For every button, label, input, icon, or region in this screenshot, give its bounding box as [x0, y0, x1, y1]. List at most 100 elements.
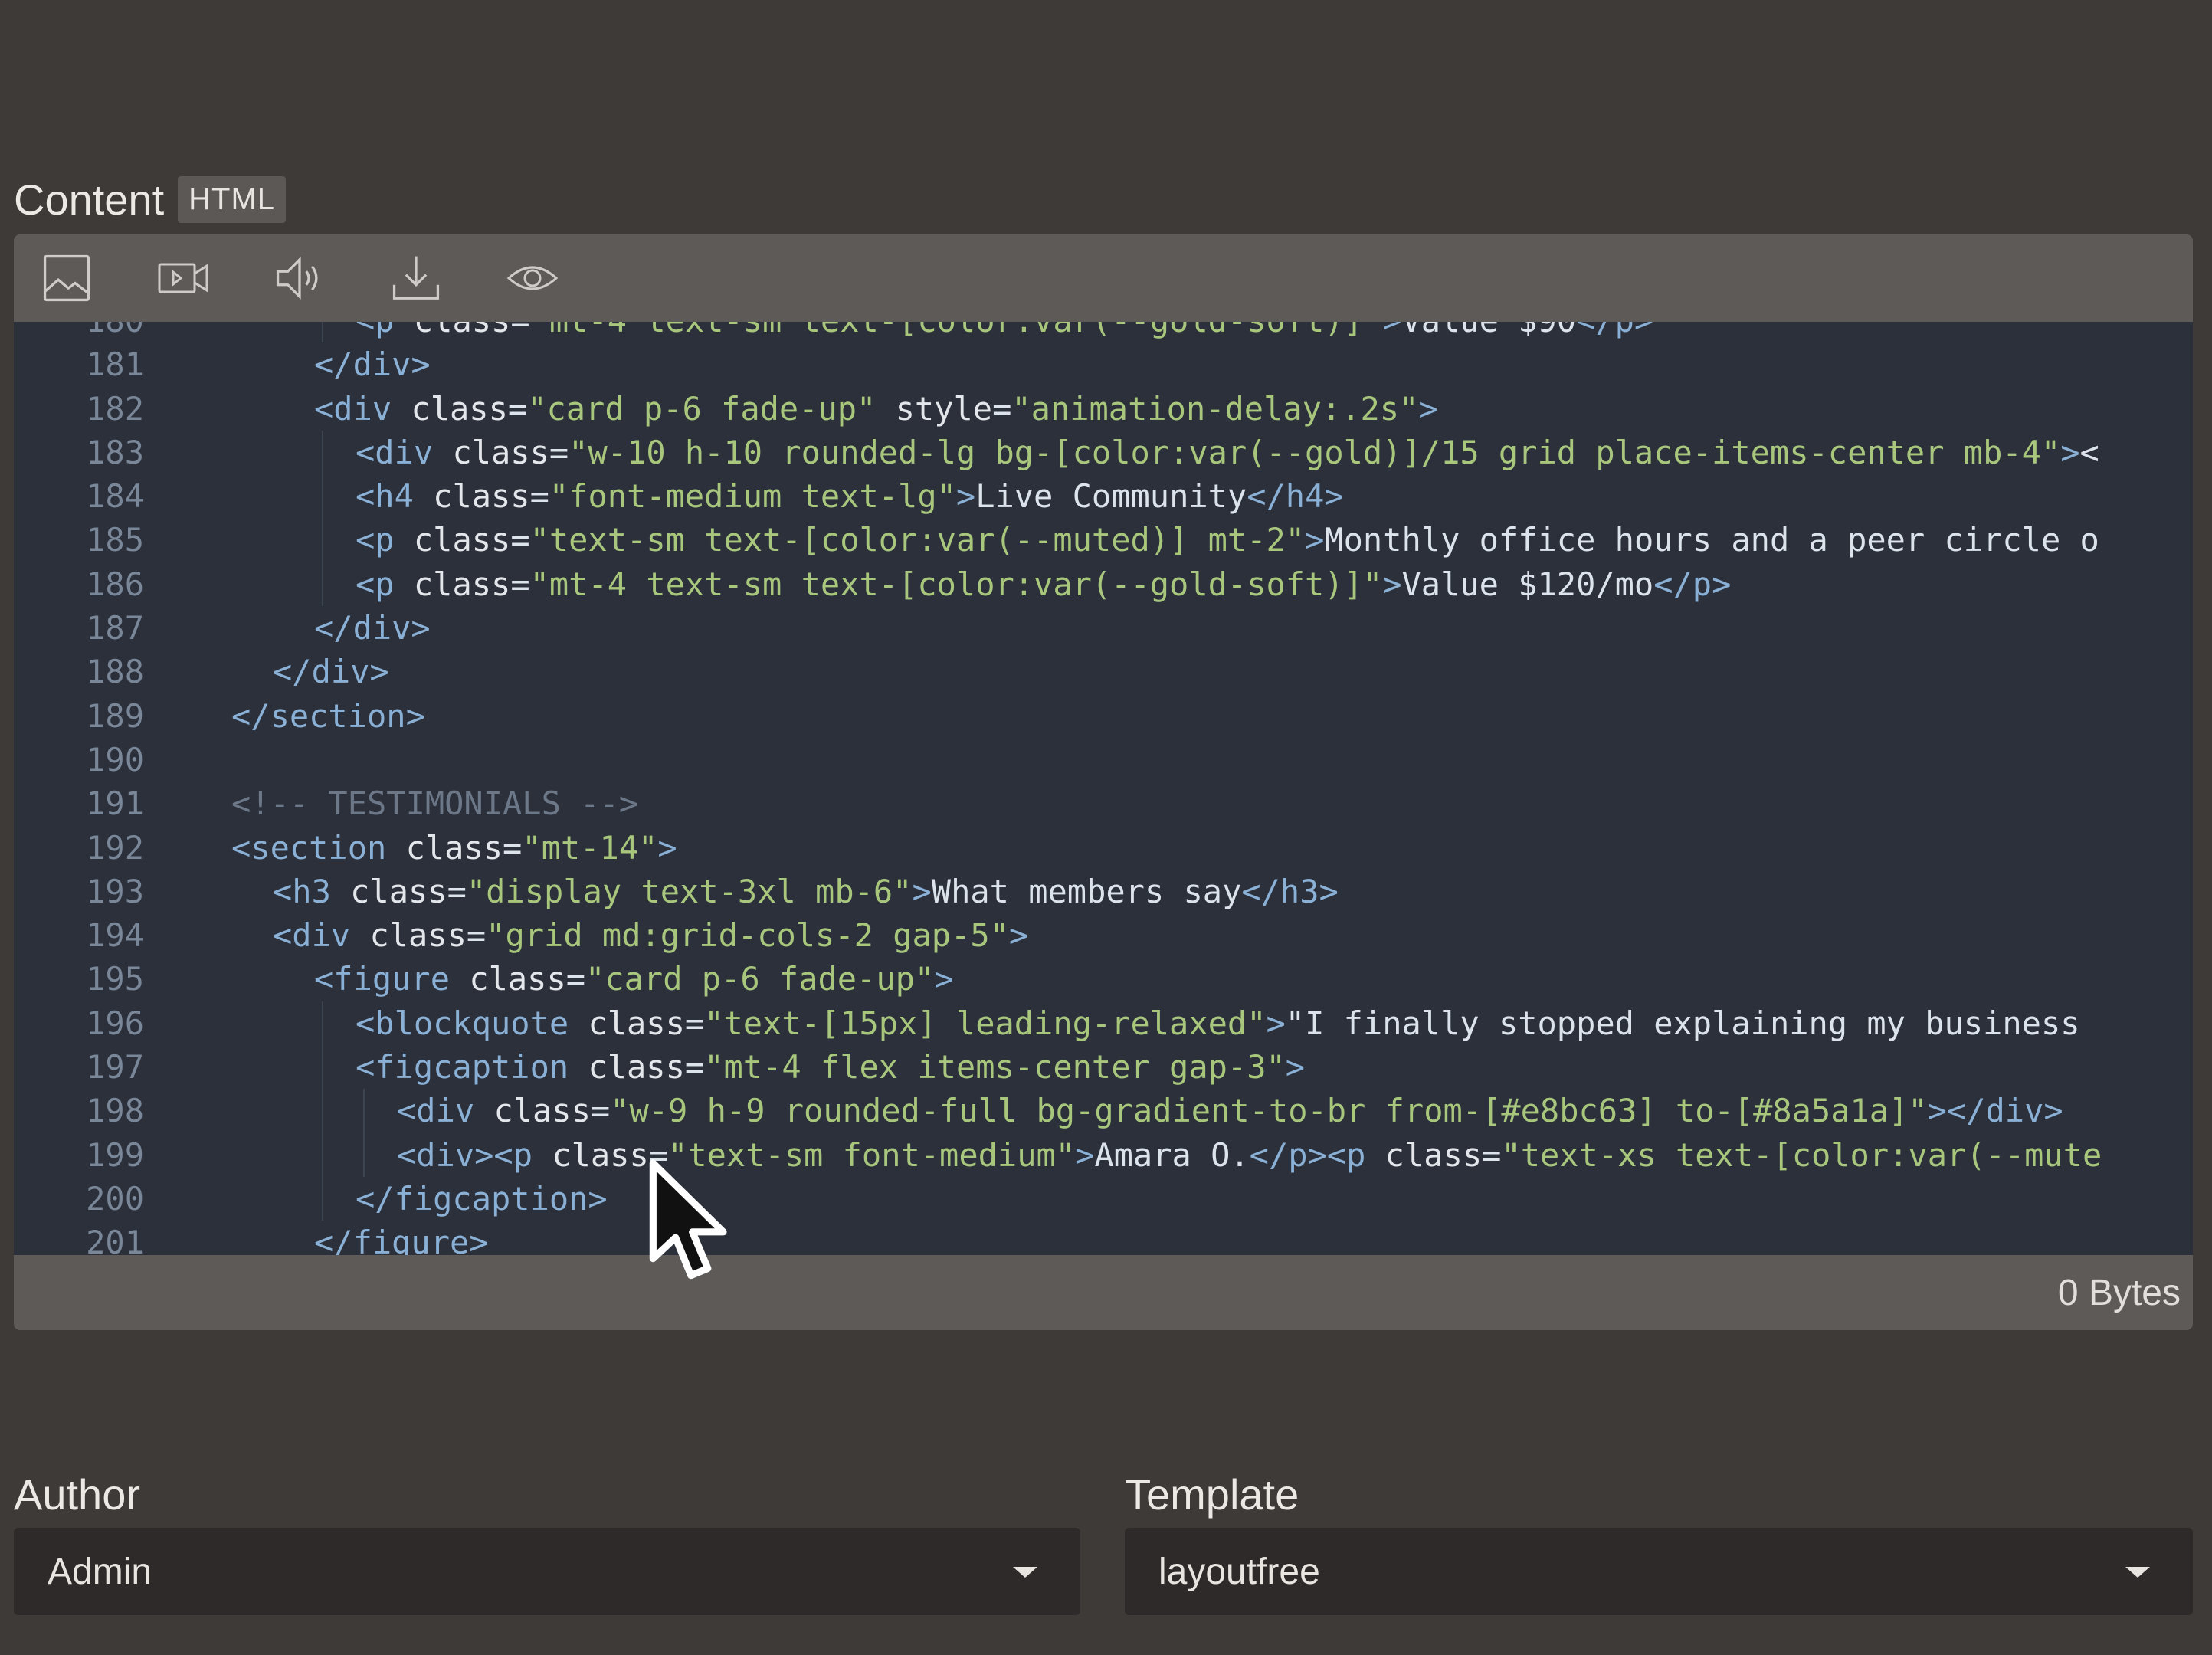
code-area[interactable]: 180<p class="mt-4 text-sm text-[color:va…: [14, 322, 2193, 1255]
indent-guide: [322, 1045, 323, 1090]
line-number: 180: [14, 322, 144, 342]
code-line: 190: [14, 738, 2193, 782]
code-line: 192 <section class="mt-14">: [14, 826, 2193, 870]
line-number: 193: [86, 872, 144, 910]
line-number: 201: [86, 1224, 144, 1255]
code-line: 181 </div>: [14, 342, 2193, 386]
preview-button[interactable]: [506, 234, 622, 322]
code-text: <div><p class="text-sm font-medium">Amar…: [144, 1132, 2102, 1177]
code-line: 182 <div class="card p-6 fade-up" style="…: [14, 387, 2193, 431]
line-number: 185: [86, 521, 144, 559]
code-line: 189 </section>: [14, 694, 2193, 738]
line-number: 188: [86, 653, 144, 691]
code-lines: 180<p class="mt-4 text-sm text-[color:va…: [14, 322, 2193, 1255]
code-line: 187 </div>: [14, 606, 2193, 650]
chevron-down-icon: [2125, 1567, 2150, 1578]
code-text: </figure>: [314, 1224, 489, 1255]
code-line: 180<p class="mt-4 text-sm text-[color:va…: [14, 322, 2193, 343]
line-number: 189: [86, 696, 144, 735]
line-number: 192: [86, 828, 144, 867]
line-number: 198: [86, 1092, 144, 1130]
code-line: 199 <div><p class="text-sm font-medium">A…: [14, 1132, 2193, 1177]
line-number: 195: [86, 960, 144, 998]
content-field-label: Content HTML: [14, 175, 287, 224]
insert-image-button[interactable]: [40, 234, 156, 322]
code-line: 184 <h4 class="font-medium text-lg">Live …: [14, 474, 2193, 519]
code-text: </div>: [314, 346, 431, 384]
line-number: 194: [86, 916, 144, 955]
indent-guide: [322, 430, 323, 475]
audio-icon: [276, 256, 318, 300]
code-text: <div class="grid md:grid-cols-2 gap-5">: [273, 916, 1029, 955]
code-text: <section class="mt-14">: [231, 828, 677, 867]
author-label: Author: [14, 1470, 140, 1519]
code-line: 191 <!-- TESTIMONIALS -->: [14, 782, 2193, 825]
code-text: <figure class="card p-6 fade-up">: [314, 960, 954, 998]
code-line: 183 <div class="w-10 h-10 rounded-lg bg-[…: [14, 430, 2193, 475]
editor-statusbar: 0 Bytes: [14, 1255, 2193, 1330]
code-line: 198 <div class="w-9 h-9 rounded-full bg-g…: [14, 1089, 2193, 1133]
indent-guide: [363, 1132, 365, 1177]
template-select[interactable]: layoutfree: [1125, 1528, 2193, 1615]
content-size: 0 Bytes: [2057, 1272, 2181, 1313]
indent-guide: [322, 1089, 323, 1133]
code-line: 194 <div class="grid md:grid-cols-2 gap-5…: [14, 913, 2193, 957]
code-line: 196 <blockquote class="text-[15px] leadin…: [14, 1001, 2193, 1046]
indent-guide: [363, 1089, 365, 1133]
code-editor: 180<p class="mt-4 text-sm text-[color:va…: [14, 234, 2193, 1330]
code-text: </div>: [273, 653, 389, 691]
code-text: <p class="text-sm text-[color:var(--mute…: [144, 518, 2099, 562]
download-icon: [392, 256, 440, 300]
line-number: 190: [86, 740, 144, 778]
code-text: <div class="w-10 h-10 rounded-lg bg-[col…: [144, 430, 2099, 475]
chevron-down-icon: [1013, 1567, 1037, 1578]
code-text: <blockquote class="text-[15px] leading-r…: [144, 1001, 2080, 1046]
code-text: <div class="w-9 h-9 rounded-full bg-grad…: [144, 1089, 2063, 1133]
line-number: 199: [86, 1136, 144, 1174]
line-number: 200: [86, 1179, 144, 1217]
line-number: 181: [86, 346, 144, 384]
code-line: 186 <p class="mt-4 text-sm text-[color:va…: [14, 562, 2193, 607]
code-text: <figcaption class="mt-4 flex items-cente…: [144, 1045, 1305, 1090]
format-badge: HTML: [178, 176, 287, 223]
code-line: 185 <p class="text-sm text-[color:var(--m…: [14, 518, 2193, 562]
code-line: 188 </div>: [14, 650, 2193, 693]
code-text: <p class="mt-4 text-sm text-[color:var(-…: [144, 562, 1731, 607]
template-value: layoutfree: [1158, 1551, 1320, 1592]
line-number: 182: [86, 389, 144, 428]
indent-guide: [322, 1132, 323, 1177]
author-select[interactable]: Admin: [14, 1528, 1080, 1615]
code-text: <div class="card p-6 fade-up" style="ani…: [314, 389, 1438, 428]
video-icon: [158, 263, 208, 293]
indent-guide: [322, 322, 323, 343]
code-line: 197 <figcaption class="mt-4 flex items-ce…: [14, 1045, 2193, 1090]
indent-guide: [322, 1176, 323, 1221]
image-icon: [43, 254, 90, 302]
line-number: 187: [86, 609, 144, 647]
template-label: Template: [1125, 1470, 1299, 1519]
insert-video-button[interactable]: [156, 234, 273, 322]
indent-guide: [322, 562, 323, 607]
code-line: 200 </figcaption>: [14, 1176, 2193, 1221]
author-value: Admin: [48, 1551, 152, 1592]
editor-toolbar: [14, 234, 2193, 322]
indent-guide: [322, 474, 323, 519]
code-text: </figcaption>: [144, 1176, 608, 1221]
code-text: </section>: [231, 696, 425, 735]
code-text: <h4 class="font-medium text-lg">Live Com…: [144, 474, 1344, 519]
download-button[interactable]: [389, 234, 506, 322]
mouse-pointer-icon: [649, 1159, 727, 1280]
line-number: 197: [86, 1048, 144, 1086]
code-text: <!-- TESTIMONIALS -->: [231, 785, 639, 823]
line-number: 191: [86, 785, 144, 823]
insert-audio-button[interactable]: [273, 234, 389, 322]
code-text: <h3 class="display text-3xl mb-6">What m…: [273, 872, 1339, 910]
line-number: 196: [86, 1004, 144, 1042]
indent-guide: [322, 518, 323, 562]
code-text: <p class="mt-4 text-sm text-[color:var(-…: [144, 322, 1653, 343]
line-number: 183: [86, 433, 144, 471]
eye-icon: [506, 266, 559, 290]
code-line: 201 </figure>: [14, 1221, 2193, 1255]
code-text: </div>: [314, 609, 431, 647]
